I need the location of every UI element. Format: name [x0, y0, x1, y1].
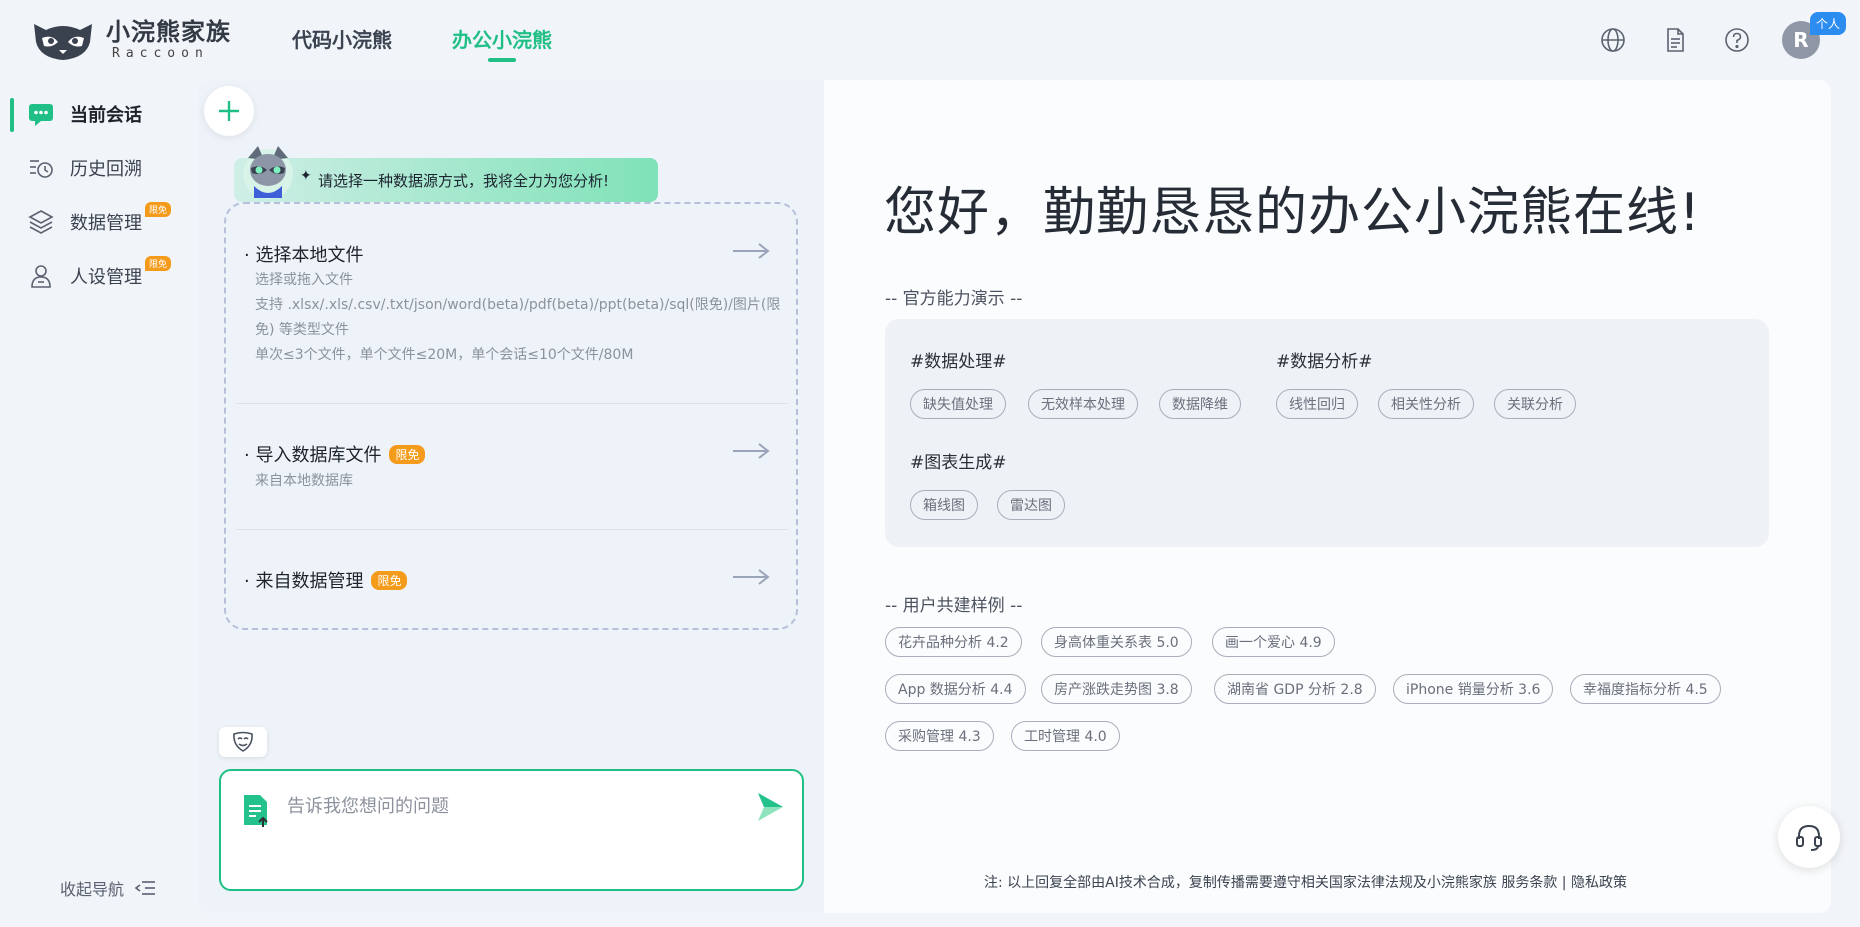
capability-chip[interactable]: 线性回归 [1276, 389, 1358, 419]
example-chip[interactable]: 工时管理 4.0 [1011, 721, 1120, 751]
arrow-right-icon [733, 443, 770, 459]
collapse-icon [134, 881, 156, 895]
logo-subtitle: Raccoon [112, 46, 209, 61]
sparkle-icon: ✦ [300, 168, 312, 184]
divider [236, 403, 788, 404]
sidebar-item-current-chat[interactable]: 当前会话 [10, 92, 190, 136]
capability-chip[interactable]: 箱线图 [910, 490, 978, 520]
chat-input-box [219, 769, 804, 891]
sidebar-item-label: 当前会话 [70, 105, 142, 126]
capability-heading: #数据处理# [910, 352, 1007, 372]
source-desc-line: 免) 等类型文件 [255, 322, 349, 338]
source-desc-line: 单次≤3个文件，单个文件≤20M，单个会话≤10个文件/80M [255, 347, 634, 363]
history-icon [26, 153, 56, 183]
raccoon-mascot-icon [243, 146, 293, 199]
capability-chip[interactable]: 相关性分析 [1378, 389, 1474, 419]
tab-code-raccoon[interactable]: 代码小浣熊 [292, 24, 392, 58]
sidebar-item-persona-management[interactable]: 人设管理 限免 [10, 254, 190, 298]
chat-icon [26, 99, 56, 129]
source-title: · 来自数据管理 限免 [244, 567, 408, 593]
capability-chip[interactable]: 关联分析 [1494, 389, 1576, 419]
example-chip[interactable]: 身高体重关系表 5.0 [1041, 627, 1192, 657]
capability-chip[interactable]: 缺失值处理 [910, 389, 1006, 419]
top-header: 小浣熊家族 Raccoon 代码小浣熊 办公小浣熊 R 个人 [0, 0, 1860, 80]
example-chip[interactable]: 画一个爱心 4.9 [1212, 627, 1335, 657]
raccoon-logo-icon [34, 24, 92, 60]
capabilities-label: -- 官方能力演示 -- [885, 289, 1023, 309]
globe-icon[interactable] [1599, 26, 1627, 54]
capability-heading: #图表生成# [910, 453, 1007, 473]
upload-file-icon[interactable] [241, 793, 271, 829]
source-desc-line: 选择或拖入文件 [255, 272, 353, 288]
capability-chip[interactable]: 无效样本处理 [1028, 389, 1138, 419]
collapse-nav-button[interactable]: 收起导航 [60, 876, 156, 900]
source-title: · 导入数据库文件 限免 [244, 441, 426, 467]
capability-chip[interactable]: 雷达图 [997, 490, 1065, 520]
sidebar-item-data-management[interactable]: 数据管理 限免 [10, 200, 190, 244]
persona-mask-button[interactable] [219, 727, 267, 757]
customer-support-button[interactable] [1778, 806, 1840, 868]
sidebar-item-label: 历史回溯 [70, 159, 142, 180]
person-icon [26, 261, 56, 291]
sidebar-item-label: 数据管理 [70, 213, 142, 234]
source-desc-line: 来自本地数据库 [255, 473, 353, 489]
sidebar: 当前会话 历史回溯 数据管理 限免 人设管理 限免 收起导航 [0, 80, 196, 927]
greeting-text: 请选择一种数据源方式，我将全力为您分析! [318, 172, 610, 190]
tab-label: 代码小浣熊 [292, 28, 392, 52]
headset-icon [1796, 824, 1822, 851]
raccoon-logo[interactable]: 小浣熊家族 Raccoon [28, 16, 231, 64]
sidebar-item-history[interactable]: 历史回溯 [10, 146, 190, 190]
arrow-right-icon [733, 569, 770, 585]
capability-heading: #数据分析# [1276, 352, 1373, 372]
divider [236, 529, 788, 530]
document-icon[interactable] [1661, 26, 1689, 54]
send-icon[interactable] [755, 791, 785, 823]
example-chip[interactable]: App 数据分析 4.4 [885, 674, 1026, 704]
free-badge: 限免 [145, 202, 172, 217]
example-chip[interactable]: 采购管理 4.3 [885, 721, 994, 751]
plus-icon [219, 101, 239, 121]
example-chip[interactable]: 花卉品种分析 4.2 [885, 627, 1022, 657]
welcome-title: 您好，勤勤恳恳的办公小浣熊在线! [884, 183, 1701, 243]
sidebar-item-label: 人设管理 [70, 267, 142, 288]
example-chip[interactable]: 房产涨跌走势图 3.8 [1041, 674, 1192, 704]
examples-label: -- 用户共建样例 -- [885, 596, 1023, 616]
active-tab-indicator [488, 58, 516, 62]
personal-badge: 个人 [1810, 12, 1847, 35]
free-badge: 限免 [371, 571, 408, 590]
layers-icon [26, 207, 56, 237]
active-indicator [10, 98, 14, 132]
chat-input[interactable] [287, 793, 727, 819]
collapse-nav-label: 收起导航 [60, 880, 125, 899]
new-chat-button[interactable] [204, 86, 254, 136]
capability-chip[interactable]: 数据降维 [1159, 389, 1241, 419]
tab-label: 办公小浣熊 [452, 28, 552, 52]
example-chip[interactable]: 幸福度指标分析 4.5 [1570, 674, 1721, 704]
logo-title: 小浣熊家族 [106, 18, 231, 46]
source-desc-line: 支持 .xlsx/.xls/.csv/.txt/json/word(beta)/… [255, 297, 781, 313]
example-chip[interactable]: 湖南省 GDP 分析 2.8 [1214, 674, 1376, 704]
arrow-right-icon [733, 243, 770, 259]
disclaimer-footnote: 注: 以上回复全部由AI技术合成，复制传播需要遵守相关国家法律法规及小浣熊家族 … [984, 875, 1627, 891]
mask-icon [233, 731, 253, 752]
free-badge: 限免 [145, 256, 172, 271]
example-chip[interactable]: iPhone 销量分析 3.6 [1393, 674, 1554, 704]
help-icon[interactable] [1723, 26, 1751, 54]
source-title: · 选择本地文件 [244, 245, 364, 266]
free-badge: 限免 [389, 445, 426, 464]
tab-office-raccoon[interactable]: 办公小浣熊 [452, 24, 552, 62]
